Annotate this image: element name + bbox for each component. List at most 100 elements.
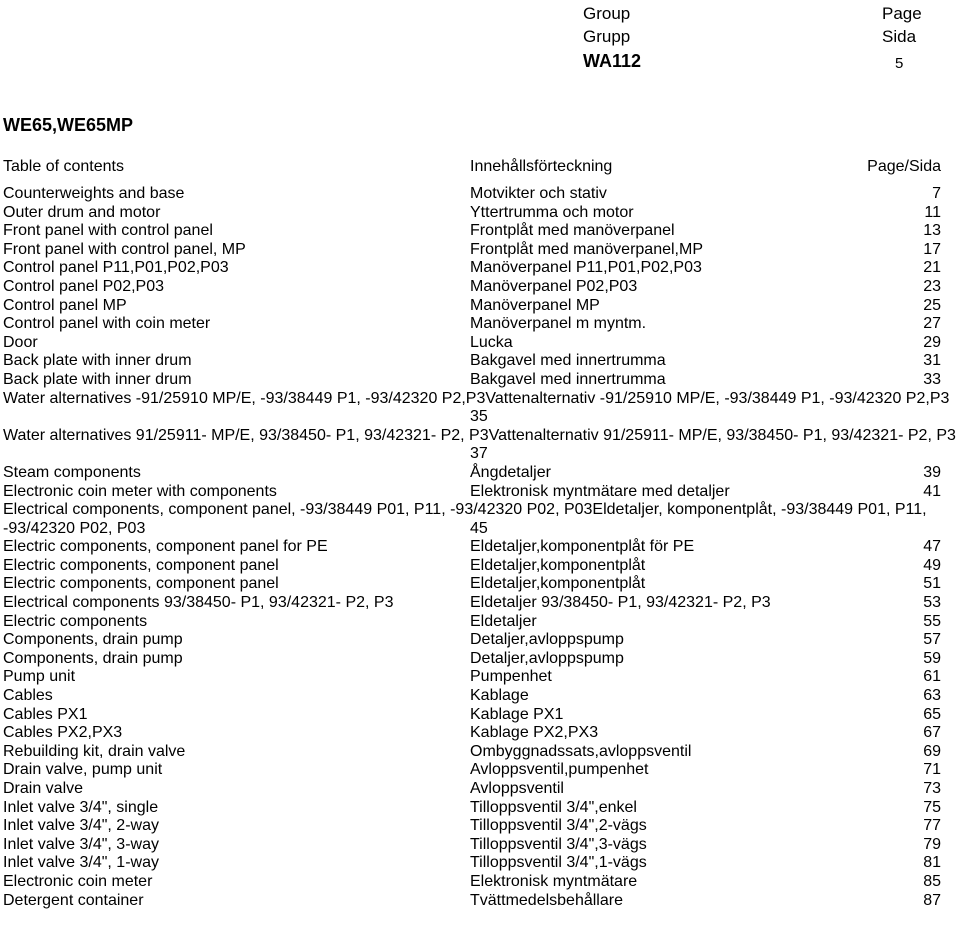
toc-header-label-sv: Innehållsförteckning [470,158,613,175]
toc-entry-title-sv: Eldetaljer,komponentplåt för PE [470,538,695,556]
toc-row[interactable]: Front panel with control panel Frontplåt … [0,222,960,241]
toc-row[interactable]: Electric components, component panel for… [0,538,960,557]
toc-row[interactable]: Drain valve, pump unit Avloppsventil,pump… [0,761,960,780]
group-value: WA112 [583,51,642,71]
toc-row[interactable]: Inlet valve 3/4", single Tilloppsventil 3… [0,799,960,818]
toc-entry-title-sv: Yttertrumma och motor [470,203,634,221]
toc-entry-title-sv: Frontplåt med manöverpanel,MP [470,240,703,258]
toc-row[interactable]: Steam components Ångdetaljer 39 [0,464,960,483]
table-of-contents: Table of contents Innehållsförteckning P… [0,158,960,910]
toc-entry-page-number: 77 [923,817,941,835]
toc-row[interactable]: Components, drain pump Detaljer,avloppspu… [0,650,960,669]
toc-entry-page-number: 25 [923,296,941,314]
group-label-en: Group [583,4,631,23]
toc-row[interactable]: Outer drum and motor Yttertrumma och moto… [0,204,960,223]
toc-row[interactable]: Front panel with control panel, MP Frontp… [0,241,960,260]
toc-row[interactable]: Pump unit Pumpenhet 61 [0,668,960,687]
toc-entry-title-sv: Bakgavel med innertrumma [470,370,666,388]
toc-row[interactable]: Water alternatives -91/25910 MP/E, -93/3… [0,390,960,427]
toc-entry-title-sv: Avloppsventil,pumpenhet [470,761,649,779]
toc-row[interactable]: Inlet valve 3/4", 2-way Tilloppsventil 3/… [0,817,960,836]
toc-row[interactable]: Electric components, component panel Elde… [0,557,960,576]
document-header: Group Grupp WA112 Page Sida 5 [0,0,960,100]
toc-entry-title-en: Steam components [3,463,141,481]
toc-entry-page-number: 29 [923,333,941,351]
toc-header-label-en: Table of contents [3,158,124,175]
toc-row[interactable]: Electronic coin meter with components Ele… [0,483,960,502]
toc-row[interactable]: Electric components Eldetaljer 55 [0,613,960,632]
toc-entry-title-sv: Tilloppsventil 3/4",3-vägs [470,835,647,853]
toc-entry-page-number: 27 [923,315,941,333]
toc-entry-page-number: 21 [923,259,941,277]
toc-entry-page-number: 81 [923,854,941,872]
toc-entry-title-sv: Eldetaljer [470,612,537,630]
toc-entry-page-number: 13 [923,222,941,240]
toc-entry-page-number: 53 [923,594,941,612]
toc-entry-page-number: 57 [923,631,941,649]
toc-row[interactable]: Door Lucka 29 [0,334,960,353]
toc-entry-title-en: Drain valve [3,780,84,797]
page-number-value: 5 [895,55,904,72]
toc-row[interactable]: Electrical components, component panel, … [0,501,960,538]
toc-row[interactable]: Drain valve Avloppsventil 73 [0,780,960,799]
toc-entry-title-sv: Ångdetaljer [470,463,551,481]
toc-entry-page-number: 37 [470,445,488,463]
toc-row[interactable]: Control panel P02,P03 Manöverpanel P02,P0… [0,278,960,297]
toc-row[interactable]: Electric components, component panel Elde… [0,575,960,594]
toc-entry-title-sv: Motvikter och stativ [470,185,607,202]
toc-entry-page-number: 65 [923,705,941,723]
toc-entry-page-number: 51 [923,575,941,593]
toc-row[interactable]: Rebuilding kit, drain valve Ombyggnadssat… [0,743,960,762]
toc-entry-title-sv: Eldetaljer,komponentplåt [470,575,646,593]
toc-entry-title-sv: Elektronisk myntmätare [470,872,638,890]
toc-entry-title-en: Electronic coin meter with components [3,482,277,500]
toc-entry-title-sv: Manöverpanel m myntm. [470,315,647,333]
toc-entry-title-sv: Eldetaljer 93/38450- P1, 93/42321- P2, P… [470,594,771,612]
toc-row[interactable]: Back plate with inner drum Bakgavel med i… [0,352,960,371]
toc-entry-title-en: Electric components, component panel [3,575,279,593]
toc-row[interactable]: Water alternatives 91/25911- MP/E, 93/38… [0,427,960,464]
toc-row[interactable]: Control panel P11,P01,P02,P03 Manöverpane… [0,259,960,278]
toc-entry-title-sv: Detaljer,avloppspump [470,649,624,667]
toc-entry-title-sv: Manöverpanel P11,P01,P02,P03 [470,259,702,277]
toc-row[interactable]: Cables Kablage 63 [0,687,960,706]
toc-entry-page-number: 45 [470,519,488,537]
toc-entry-title-en: Pump unit [3,668,76,686]
toc-entry-page-number: 87 [923,891,941,909]
toc-row[interactable]: Control panel MP Manöverpanel MP 25 [0,297,960,316]
group-label-sv: Grupp [583,27,631,46]
toc-entry-page-number: 71 [923,761,941,779]
toc-entry-title-sv: Tilloppsventil 3/4",enkel [470,798,637,816]
toc-entry-title-en: Back plate with inner drum [3,352,192,370]
toc-row[interactable]: Detergent container Tvättmedelsbehållare 8… [0,892,960,911]
toc-row[interactable]: Counterweights and base Motvikter och sta… [0,185,960,204]
toc-row[interactable]: Cables PX1 Kablage PX1 65 [0,706,960,725]
toc-entry-page-number: 85 [923,872,941,890]
toc-entry-page-number: 47 [923,538,941,556]
toc-row[interactable]: Cables PX2,PX3 Kablage PX2,PX3 67 [0,724,960,743]
toc-entry-page-number: 73 [923,780,941,797]
toc-entry-title-sv: Ombyggnadssats,avloppsventil [470,742,692,760]
toc-entry-page-number: 49 [923,556,941,574]
toc-entry-page-number: 31 [923,352,941,370]
toc-row[interactable]: Control panel with coin meter Manöverpane… [0,315,960,334]
toc-row[interactable]: Electronic coin meter Elektronisk myntmät… [0,873,960,892]
toc-row[interactable]: Electrical components 93/38450- P1, 93/4… [0,594,960,613]
toc-entry-title-en: Inlet valve 3/4", single [3,798,159,816]
toc-row[interactable]: Inlet valve 3/4", 1-way Tilloppsventil 3/… [0,854,960,873]
model-title: WE65,WE65MP [3,115,134,135]
toc-row[interactable]: Inlet valve 3/4", 3-way Tilloppsventil 3/… [0,836,960,855]
toc-row[interactable]: Components, drain pump Detaljer,avloppspu… [0,631,960,650]
toc-entry-page-number: 39 [923,463,941,481]
toc-entry-title-en: Control panel MP [3,296,127,314]
toc-entry-page-number: 41 [923,482,941,500]
toc-entry-title-en: Control panel P02,P03 [3,277,164,295]
toc-entry-title-sv: Manöverpanel MP [470,296,600,314]
toc-entry-page-number: 55 [923,612,941,630]
toc-entry-title-sv: Kablage PX1 [470,705,564,723]
page-label-sv: Sida [882,27,917,46]
toc-entry-title-en: Electrical components 93/38450- P1, 93/4… [3,594,394,612]
toc-entry-title-sv: Tvättmedelsbehållare [470,891,623,909]
toc-row[interactable]: Back plate with inner drum Bakgavel med i… [0,371,960,390]
toc-entry-page-number: 61 [923,668,941,686]
